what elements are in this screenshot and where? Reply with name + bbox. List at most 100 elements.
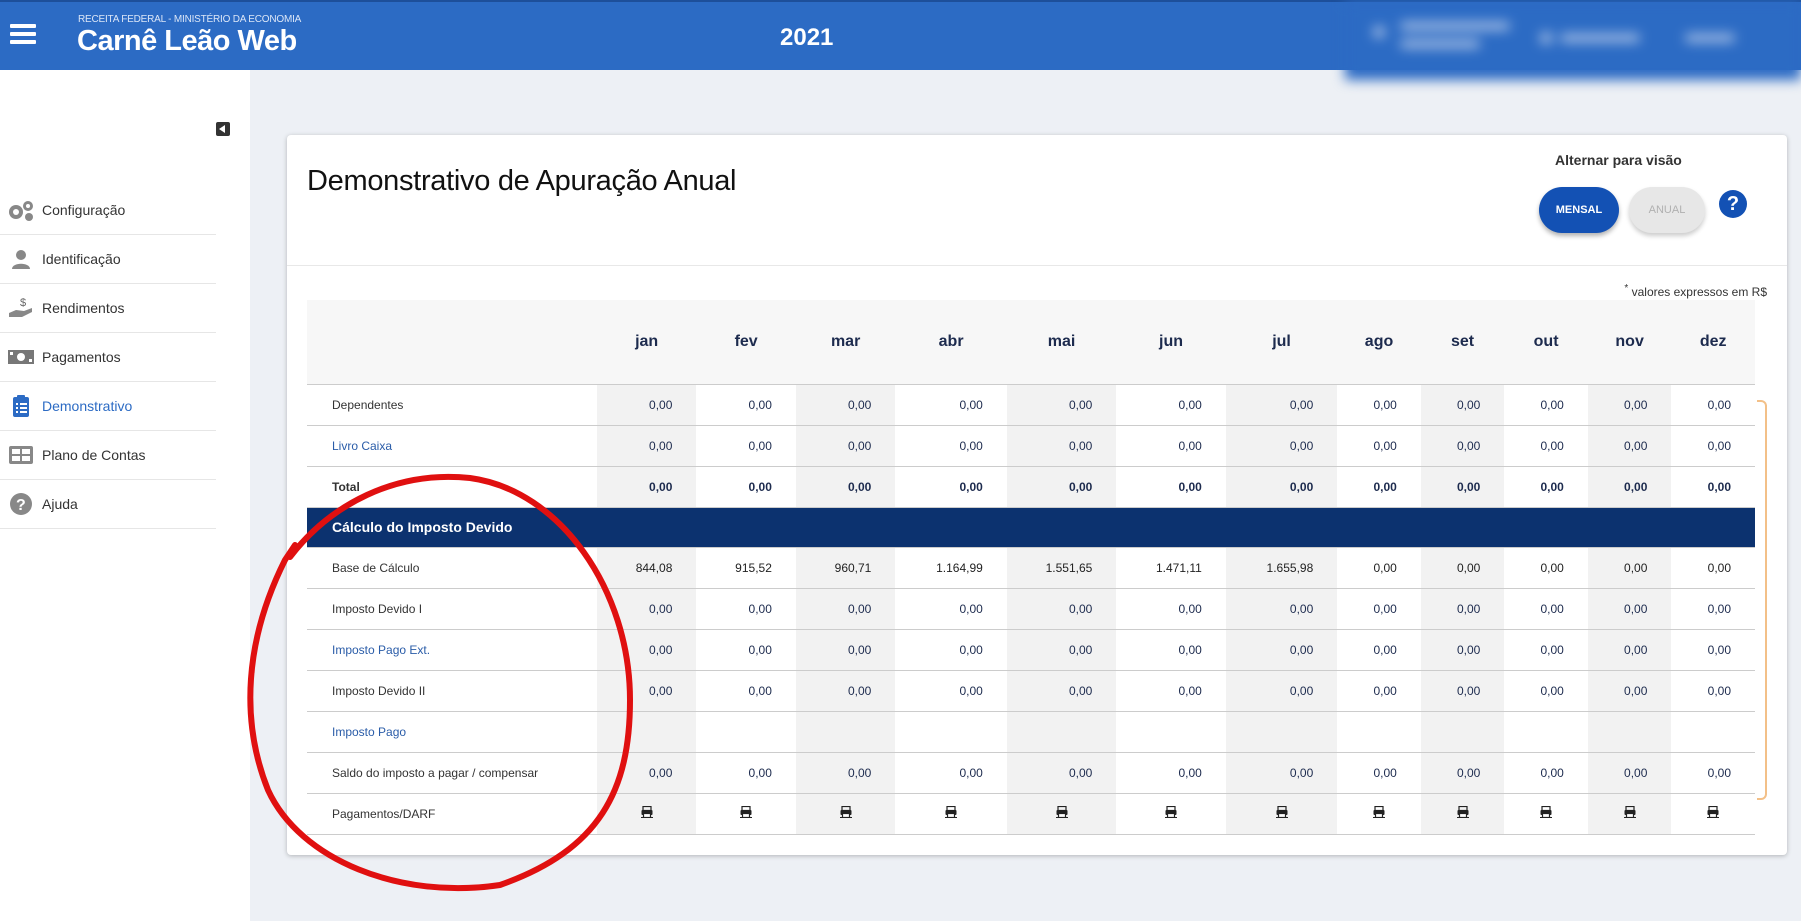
mensal-button[interactable]: MENSAL <box>1539 187 1619 233</box>
scrollbar[interactable] <box>1757 400 1767 800</box>
print-darf-icon[interactable] <box>895 793 1007 835</box>
value-cell[interactable] <box>596 711 697 753</box>
print-darf-icon[interactable] <box>795 793 896 835</box>
value-cell[interactable]: 0,00 <box>1337 425 1421 467</box>
value-cell[interactable]: 0,00 <box>596 425 697 467</box>
value-cell[interactable]: 0,00 <box>1116 629 1226 671</box>
value-cell[interactable]: 0,00 <box>1587 425 1672 467</box>
value-cell: 0,00 <box>596 752 697 794</box>
value-cell[interactable]: 0,00 <box>596 629 697 671</box>
value-cell[interactable]: 0,00 <box>1337 629 1421 671</box>
value-cell[interactable] <box>1587 711 1672 753</box>
value-cell[interactable]: 0,00 <box>1504 425 1588 467</box>
value-cell[interactable] <box>1116 711 1226 753</box>
annual-table-wrapper[interactable]: jan fev mar abr mai jun jul ago set out nov dez Dep… <box>307 300 1755 835</box>
row-label[interactable]: Imposto Pago Ext. <box>307 629 597 671</box>
table-row: Pagamentos/DARF <box>307 793 1755 835</box>
annual-table: jan fev mar abr mai jun jul ago set out nov dez Dep… <box>307 300 1755 835</box>
sidebar-item-identificacao[interactable]: Identificação <box>0 235 216 284</box>
value-cell[interactable] <box>795 711 896 753</box>
value-cell[interactable] <box>1006 711 1117 753</box>
value-cell[interactable] <box>1225 711 1338 753</box>
print-darf-icon[interactable] <box>696 793 796 835</box>
value-cell: 0,00 <box>1006 588 1117 630</box>
value-cell[interactable]: 0,00 <box>1420 425 1505 467</box>
value-cell[interactable]: 0,00 <box>1671 425 1755 467</box>
top-header: RECEITA FEDERAL - MINISTÉRIO DA ECONOMIA… <box>0 0 1801 80</box>
value-cell: 0,00 <box>596 588 697 630</box>
month-header-set: set <box>1420 300 1505 385</box>
value-cell[interactable]: 0,00 <box>795 425 896 467</box>
value-cell: 0,00 <box>1587 547 1672 589</box>
table-row: Imposto Devido I 0,00 0,00 0,00 0,00 0,00 0,00… <box>307 588 1755 630</box>
table-row: Livro Caixa 0,00 0,00 0,00 0,00 0,00 0,00 0,00 0… <box>307 425 1755 467</box>
value-cell[interactable]: 0,00 <box>696 629 796 671</box>
value-cell[interactable]: 0,00 <box>895 425 1007 467</box>
value-cell: 0,00 <box>795 670 896 712</box>
user-icon <box>0 248 42 270</box>
sidebar-item-pagamentos[interactable]: Pagamentos <box>0 333 216 382</box>
value-cell[interactable]: 0,00 <box>1587 629 1672 671</box>
value-cell[interactable]: 0,00 <box>1006 425 1117 467</box>
value-cell: 0,00 <box>1420 752 1505 794</box>
month-header-dez: dez <box>1671 300 1755 385</box>
value-cell: 0,00 <box>1504 752 1588 794</box>
value-cell[interactable]: 0,00 <box>795 629 896 671</box>
print-darf-icon[interactable] <box>1671 793 1755 835</box>
collapse-sidebar-icon[interactable] <box>216 122 230 136</box>
value-cell: 0,00 <box>895 588 1007 630</box>
anual-button[interactable]: ANUAL <box>1629 187 1705 233</box>
value-cell[interactable]: 0,00 <box>1225 425 1338 467</box>
value-cell[interactable]: 0,00 <box>696 425 796 467</box>
row-label: Imposto Devido II <box>307 670 597 712</box>
value-cell: 0,00 <box>1671 384 1755 426</box>
help-icon[interactable]: ? <box>1719 190 1747 218</box>
sidebar-item-plano-de-contas[interactable]: Plano de Contas <box>0 431 216 480</box>
print-darf-icon[interactable] <box>1225 793 1338 835</box>
sidebar-item-demonstrativo[interactable]: Demonstrativo <box>0 382 216 431</box>
value-cell: 0,00 <box>895 466 1007 508</box>
value-cell: 0,00 <box>1504 670 1588 712</box>
value-cell[interactable]: 0,00 <box>1671 629 1755 671</box>
value-cell[interactable] <box>895 711 1007 753</box>
print-darf-icon[interactable] <box>1504 793 1588 835</box>
value-cell[interactable] <box>1337 711 1421 753</box>
sidebar-item-rendimentos[interactable]: $ Rendimentos <box>0 284 216 333</box>
sidebar-item-label: Ajuda <box>42 496 78 512</box>
currency-note: * valores expressos em R$ <box>1624 283 1767 299</box>
row-label[interactable]: Livro Caixa <box>307 425 597 467</box>
value-cell: 0,00 <box>1116 384 1226 426</box>
print-darf-icon[interactable] <box>1587 793 1672 835</box>
value-cell[interactable] <box>696 711 796 753</box>
print-darf-icon[interactable] <box>1420 793 1505 835</box>
print-darf-icon[interactable] <box>596 793 697 835</box>
menu-icon[interactable] <box>10 24 36 44</box>
value-cell[interactable]: 0,00 <box>1420 629 1505 671</box>
value-cell[interactable]: 0,00 <box>1504 629 1588 671</box>
value-cell: 0,00 <box>1671 588 1755 630</box>
print-darf-icon[interactable] <box>1337 793 1421 835</box>
value-cell[interactable]: 0,00 <box>1116 425 1226 467</box>
sidebar-item-configuracao[interactable]: Configuração <box>0 186 216 235</box>
value-cell: 0,00 <box>895 384 1007 426</box>
section-header-row: Cálculo do Imposto Devido <box>307 507 1755 548</box>
row-label[interactable]: Imposto Pago <box>307 711 597 753</box>
sidebar-item-label: Plano de Contas <box>42 447 146 463</box>
print-darf-icon[interactable] <box>1116 793 1226 835</box>
value-cell[interactable] <box>1671 711 1755 753</box>
sidebar-item-ajuda[interactable]: ? Ajuda <box>0 480 216 529</box>
value-cell[interactable]: 0,00 <box>895 629 1007 671</box>
print-darf-icon[interactable] <box>1006 793 1117 835</box>
user-info-blurred[interactable] <box>1345 2 1801 80</box>
value-cell[interactable]: 0,00 <box>1225 629 1338 671</box>
value-cell: 0,00 <box>596 384 697 426</box>
value-cell[interactable] <box>1420 711 1505 753</box>
table-header-row: jan fev mar abr mai jun jul ago set out nov dez <box>307 300 1755 385</box>
value-cell: 0,00 <box>596 466 697 508</box>
app-title[interactable]: Carnê Leão Web <box>77 25 297 58</box>
value-cell[interactable] <box>1504 711 1588 753</box>
value-cell[interactable]: 0,00 <box>1006 629 1117 671</box>
value-cell: 0,00 <box>1116 670 1226 712</box>
sidebar-nav: Configuração Identificação $ Rendimentos Pag… <box>0 186 216 529</box>
value-cell: 0,00 <box>1671 670 1755 712</box>
